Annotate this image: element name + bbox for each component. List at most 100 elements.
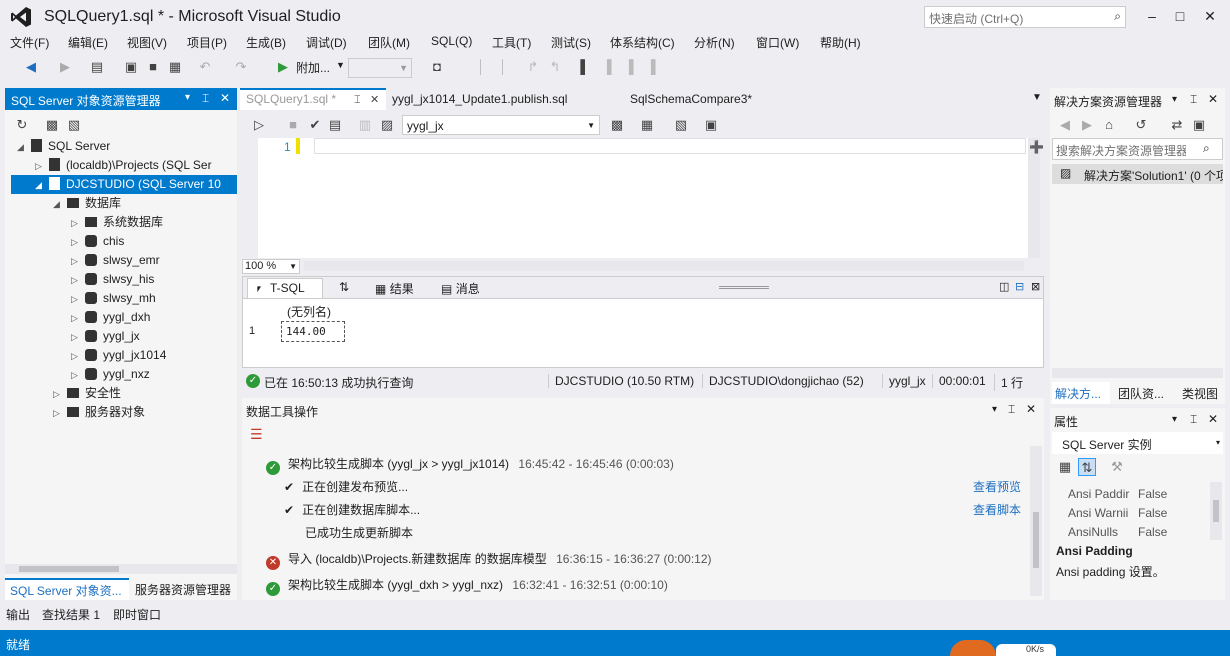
solution-config-combo[interactable]: ▼ (348, 58, 412, 78)
menu-debug[interactable]: 调试(D) (306, 34, 347, 51)
back-icon[interactable]: ◀ (1056, 116, 1074, 134)
tab-sql-server-explorer[interactable]: SQL Server 对象资... (5, 578, 129, 600)
tab-sqlquery1[interactable]: SQLQuery1.sql * ⌶ ✕ (240, 88, 386, 110)
open-file-icon[interactable]: ▣ (122, 58, 140, 76)
estimated-plan-icon[interactable]: ▤ (326, 116, 344, 134)
view-script-link[interactable]: 查看脚本 (973, 501, 1021, 518)
vertical-scrollbar[interactable] (1030, 446, 1042, 596)
sync-icon[interactable]: ⇄ (1168, 116, 1186, 134)
property-row[interactable]: AnsiNulls False (1052, 522, 1210, 540)
tree-node-db[interactable]: ▷ slwsy_emr (71, 251, 160, 270)
close-results-icon[interactable]: ⊠ (1031, 280, 1040, 293)
save-icon[interactable]: ■ (144, 58, 162, 76)
parse-icon[interactable]: ✔ (306, 116, 324, 134)
tree-node-security[interactable]: ▷ 安全性 (53, 384, 121, 403)
tree-node-db[interactable]: ▷ chis (71, 232, 124, 251)
clear-operations-icon[interactable]: ☰ (250, 426, 263, 443)
close-icon[interactable]: ✕ (1026, 402, 1036, 416)
tool-icon-4[interactable]: ↱ (524, 58, 542, 76)
dropdown-icon[interactable]: ▾ (185, 92, 190, 103)
tool-icon-3[interactable]: │ (494, 58, 512, 76)
database-combo[interactable]: yygl_jx ▼ (402, 115, 600, 135)
close-icon[interactable]: ✕ (1208, 92, 1218, 106)
tree-node-localdb[interactable]: ▷ (localdb)\Projects (SQL Ser (35, 156, 235, 175)
stop-icon[interactable]: ■ (284, 116, 302, 134)
results-text-icon[interactable]: ▧ (672, 116, 690, 134)
dropdown-icon[interactable]: ▾ (1172, 414, 1177, 425)
solution-search-input[interactable]: 搜索解决方案资源管理器 ⌕ (1052, 138, 1223, 160)
menu-project[interactable]: 项目(P) (187, 34, 227, 51)
zoom-combo[interactable]: 100 % ▼ (242, 259, 300, 274)
tab-solution-explorer[interactable]: 解决方... (1052, 382, 1110, 404)
save-all-icon[interactable]: ▦ (166, 58, 184, 76)
bookmark-icon[interactable]: ▌ (576, 58, 594, 76)
tab-tsql[interactable]: ⎖ T-SQL (247, 278, 323, 298)
tree-node-djcstudio-selected[interactable]: ◢ DJCSTUDIO (SQL Server 10 (11, 175, 237, 194)
forward-icon[interactable]: ▶ (1078, 116, 1096, 134)
add-server-icon[interactable]: ▩ (43, 116, 61, 134)
filter-icon[interactable]: ▧ (65, 116, 83, 134)
pin-icon[interactable]: ⌶ (1190, 92, 1197, 107)
tool-icon-1[interactable]: ◘ (428, 58, 446, 76)
vertical-scrollbar[interactable] (1210, 482, 1222, 540)
home-icon[interactable]: ⌂ (1100, 116, 1118, 134)
result-cell[interactable]: 144.00 (281, 321, 345, 342)
layout-vertical-icon[interactable]: ◫ (999, 280, 1009, 293)
bookmark-clear-icon[interactable]: ▐ (642, 58, 660, 76)
tab-team-explorer[interactable]: 团队资... (1118, 385, 1164, 402)
tab-schema-compare[interactable]: SqlSchemaCompare3* (624, 88, 758, 110)
execute-icon[interactable]: ▷ (250, 116, 268, 134)
sort-icon[interactable]: ⇅ (339, 280, 349, 294)
tree-node-server-objects[interactable]: ▷ 服务器对象 (53, 403, 145, 422)
menu-test[interactable]: 测试(S) (551, 34, 591, 51)
close-icon[interactable]: ✕ (370, 91, 379, 109)
tab-dropdown-icon[interactable]: ▼ (1032, 92, 1042, 103)
tab-class-view[interactable]: 类视图 (1182, 385, 1218, 402)
tab-output[interactable]: 输出 (6, 606, 30, 623)
tree-node-db[interactable]: ▷ yygl_jx (71, 327, 140, 346)
tool-icon-2[interactable]: │ (472, 58, 490, 76)
menu-analyze[interactable]: 分析(N) (694, 34, 735, 51)
scroll-thumb[interactable] (19, 566, 119, 572)
property-pages-icon[interactable]: ⚒ (1108, 458, 1126, 476)
tree-node-system-db[interactable]: ▷ 系统数据库 (71, 213, 163, 232)
close-icon[interactable]: ✕ (220, 91, 230, 105)
menu-window[interactable]: 窗口(W) (756, 34, 799, 51)
properties-object-combo[interactable]: SQL Server 实例 ▾ (1052, 432, 1223, 454)
attach-dropdown-icon[interactable]: ▼ (336, 60, 345, 70)
menu-view[interactable]: 视图(V) (127, 34, 167, 51)
network-monitor-widget[interactable] (950, 640, 996, 656)
quick-launch-box[interactable]: 快速启动 (Ctrl+Q) ⌕ (924, 6, 1126, 28)
minimize-button[interactable]: – (1138, 4, 1166, 28)
dropdown-icon[interactable]: ▾ (1172, 94, 1177, 105)
tree-node-sql-server[interactable]: ◢ SQL Server (17, 137, 110, 156)
split-icon[interactable]: ➕ (1029, 140, 1044, 154)
menu-help[interactable]: 帮助(H) (820, 34, 861, 51)
menu-build[interactable]: 生成(B) (246, 34, 286, 51)
tab-messages[interactable]: ▤ 消息 (441, 280, 480, 297)
tree-node-databases[interactable]: ◢ 数据库 (53, 194, 121, 213)
dropdown-icon[interactable]: ▾ (992, 404, 997, 415)
collapse-icon[interactable]: ▣ (1190, 116, 1208, 134)
menu-team[interactable]: 团队(M) (368, 34, 410, 51)
tab-immediate-window[interactable]: 即时窗口 (113, 606, 161, 623)
forward-icon[interactable]: ▶ (56, 58, 74, 76)
pin-icon[interactable]: ⌶ (1008, 402, 1015, 417)
pin-icon[interactable]: ⌶ (354, 91, 361, 109)
change-connection-icon[interactable]: ▨ (378, 116, 396, 134)
results-grid-icon[interactable]: ▦ (638, 116, 656, 134)
view-preview-link[interactable]: 查看预览 (973, 478, 1021, 495)
menu-sql[interactable]: SQL(Q) (431, 34, 472, 48)
layout-horizontal-icon[interactable]: ⊟ (1015, 280, 1024, 293)
tab-results[interactable]: ▦ 结果 (375, 280, 414, 297)
pin-icon[interactable]: ⌶ (1190, 412, 1197, 427)
connect-icon[interactable]: ▥ (356, 116, 374, 134)
tool-icon-5[interactable]: ↰ (546, 58, 564, 76)
start-debug-icon[interactable]: ▶ (274, 58, 292, 76)
undo-icon[interactable]: ↶ (196, 58, 214, 76)
pin-icon[interactable]: ⌶ (202, 91, 209, 106)
sql-editor[interactable]: 1 (258, 138, 1028, 258)
solution-node[interactable]: ▨ 解决方案'Solution1' (0 个项 (1052, 164, 1223, 184)
redo-icon[interactable]: ↷ (232, 58, 250, 76)
show-plan-icon[interactable]: ▩ (608, 116, 626, 134)
